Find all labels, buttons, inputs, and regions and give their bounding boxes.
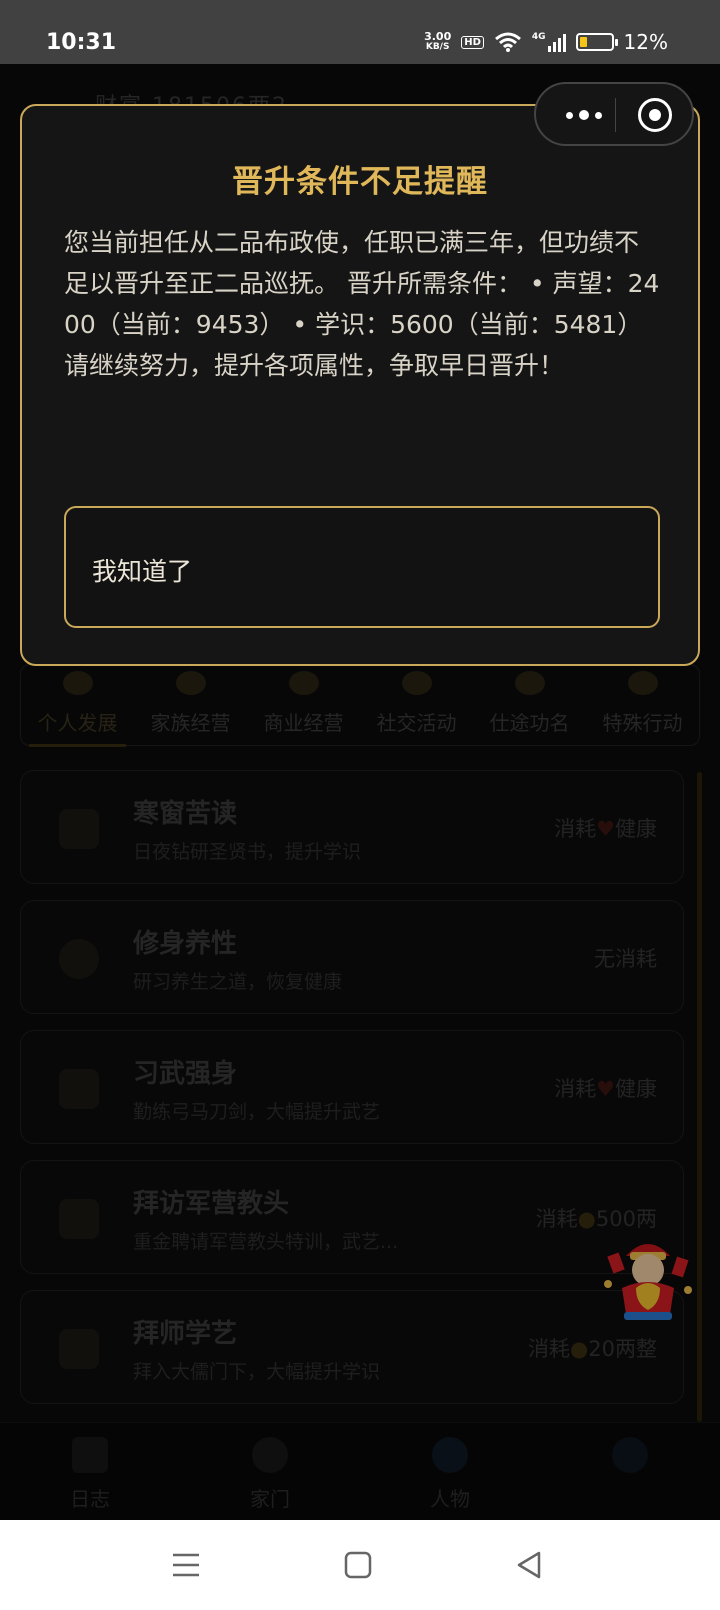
status-bar: 10:31 3.00 KB/S HD 4G 12% bbox=[0, 0, 720, 64]
more-dots-icon[interactable] bbox=[556, 102, 612, 128]
wifi-icon bbox=[494, 32, 521, 52]
back-icon[interactable] bbox=[507, 1542, 553, 1588]
dialog-message: 您当前担任从二品布政使，任职已满三年，但功绩不足以晋升至正二品巡抚。 晋升所需条… bbox=[64, 228, 660, 380]
hd-icon: HD bbox=[461, 35, 484, 49]
signal-icon: 4G bbox=[532, 32, 566, 52]
network-speed-unit: KB/S bbox=[425, 42, 450, 52]
status-time: 10:31 bbox=[46, 30, 117, 55]
status-icons: 3.00 KB/S HD 4G 12% bbox=[424, 30, 668, 54]
system-nav-bar bbox=[0, 1520, 720, 1610]
network-speed: 3.00 KB/S bbox=[424, 31, 451, 53]
network-type: 4G bbox=[531, 32, 546, 42]
dialog-title: 晋升条件不足提醒 bbox=[232, 164, 488, 200]
promotion-alert-dialog: 晋升条件不足提醒 您当前担任从二品布政使，任职已满三年，但功绩不足以晋升至正二品… bbox=[20, 104, 700, 666]
miniprogram-capsule bbox=[534, 82, 694, 146]
network-speed-value: 3.00 bbox=[424, 30, 452, 43]
close-target-icon[interactable] bbox=[638, 98, 672, 132]
capsule-divider bbox=[615, 98, 616, 132]
menu-icon[interactable] bbox=[163, 1542, 209, 1588]
acknowledge-button-label: 我知道了 bbox=[92, 557, 193, 586]
battery-percent: 12% bbox=[623, 30, 668, 54]
battery-icon bbox=[575, 33, 618, 51]
acknowledge-button[interactable]: 我知道了 bbox=[64, 506, 660, 628]
home-icon[interactable] bbox=[335, 1542, 381, 1588]
